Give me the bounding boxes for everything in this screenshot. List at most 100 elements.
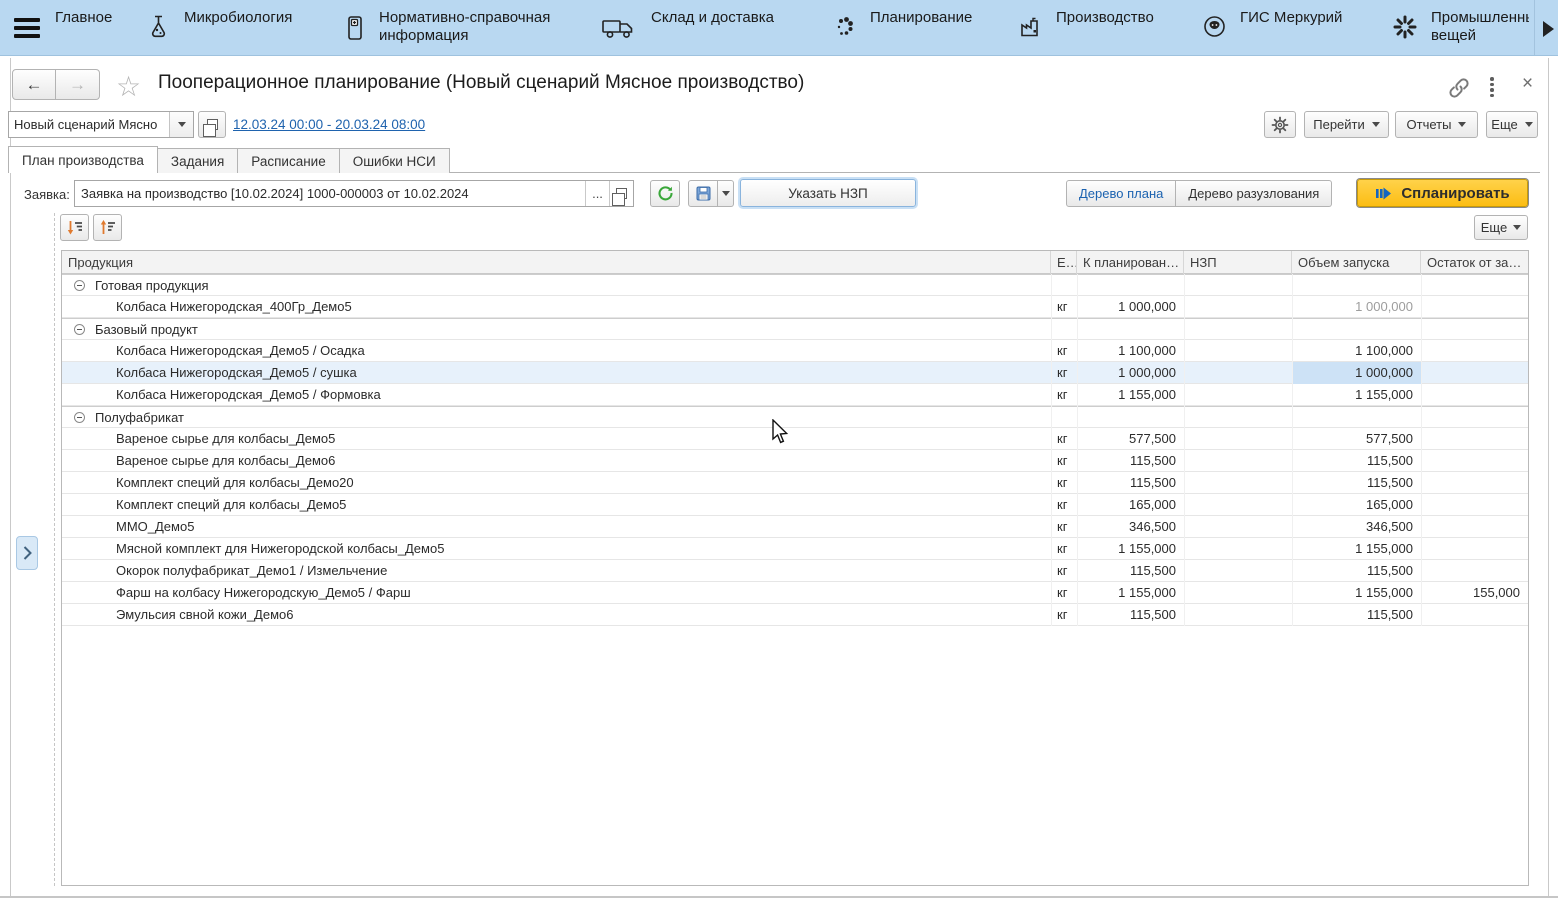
- cell-remainder: [1421, 449, 1526, 472]
- expand-all-button[interactable]: [60, 214, 89, 241]
- explosion-tree-button[interactable]: Дерево разузлования: [1176, 180, 1333, 207]
- scenario-dropdown-button[interactable]: [169, 112, 193, 137]
- plan-tree-button[interactable]: Дерево плана: [1066, 180, 1177, 207]
- main-menu-icon[interactable]: [14, 18, 40, 38]
- col-launch-volume[interactable]: Объем запуска: [1292, 251, 1421, 274]
- nav-item-label: Промышленны вещей: [1431, 9, 1529, 44]
- table-more-button[interactable]: Еще: [1474, 215, 1528, 240]
- nav-overflow-arrow-icon[interactable]: [1543, 21, 1554, 37]
- tab-schedule[interactable]: Расписание: [237, 148, 340, 173]
- scenario-combobox[interactable]: Новый сценарий Мясно: [8, 111, 194, 138]
- copy-icon: [202, 119, 218, 137]
- table-row[interactable]: Колбаса Нижегородская_Демо5 / сушка кг 1 0…: [62, 361, 1528, 384]
- refresh-button[interactable]: [650, 180, 680, 207]
- table-row[interactable]: ММО_Демо5 кг 346,500 346,500: [62, 515, 1528, 538]
- table-row[interactable]: Мясной комплект для Нижегородской колбас…: [62, 537, 1528, 560]
- nav-item-iot[interactable]: Промышленны вещей: [1392, 9, 1529, 46]
- col-to-plan[interactable]: К планирован…: [1077, 251, 1184, 274]
- group-row[interactable]: Базовый продукт: [62, 318, 1528, 340]
- back-button[interactable]: ←: [12, 69, 56, 100]
- nav-item-microbiology[interactable]: Микробиология: [146, 9, 292, 41]
- cell-to_plan: 1 000,000: [1077, 295, 1184, 318]
- expand-all-icon: [67, 221, 82, 235]
- table-row[interactable]: Колбаса Нижегородская_400Гр_Демо5 кг 1 000…: [62, 295, 1528, 318]
- cell-wip: [1184, 493, 1292, 516]
- save-button[interactable]: [688, 180, 718, 207]
- nav-item-production[interactable]: Производство: [1018, 9, 1154, 41]
- more-actions-icon[interactable]: [1490, 77, 1494, 97]
- panel-splitter[interactable]: [54, 213, 55, 886]
- tab-tasks[interactable]: Задания: [156, 148, 239, 173]
- nav-item-main[interactable]: Главное: [55, 9, 112, 27]
- table-row[interactable]: Окорок полуфабрикат_Демо1 / Измельчение к…: [62, 559, 1528, 582]
- request-select-button[interactable]: ...: [585, 181, 609, 206]
- cell-to_plan: 115,500: [1077, 559, 1184, 582]
- period-link[interactable]: 12.03.24 00:00 - 20.03.24 08:00: [233, 117, 425, 132]
- cell-launch: 115,500: [1292, 603, 1421, 626]
- nav-item-planning[interactable]: Планирование: [833, 9, 972, 40]
- side-panel-expander[interactable]: [16, 536, 38, 570]
- table-row[interactable]: Комплект специй для колбасы_Демо20 кг 115,…: [62, 471, 1528, 494]
- gear-icon: [1271, 116, 1289, 133]
- chevron-right-icon: [23, 546, 32, 560]
- truck-icon: [600, 14, 638, 42]
- cell-launch: 115,500: [1292, 471, 1421, 494]
- goto-button[interactable]: Перейти: [1304, 111, 1389, 138]
- settings-button[interactable]: [1264, 111, 1296, 138]
- save-split-button: [688, 180, 734, 207]
- table-row[interactable]: Колбаса Нижегородская_Демо5 / Осадка кг 1 …: [62, 339, 1528, 362]
- table-row[interactable]: Эмульсия свной кожи_Демо6 кг 115,500 115,50…: [62, 603, 1528, 626]
- top-navbar: Главное Микробиология Нормативно-справоч…: [0, 0, 1558, 56]
- col-wip[interactable]: НЗП: [1184, 251, 1292, 274]
- production-plan-table: Продукция Е… К планирован… НЗП Объем зап…: [61, 250, 1529, 886]
- table-row[interactable]: Вареное сырье для колбасы_Демо5 кг 577,500…: [62, 427, 1528, 450]
- ellipsis-label: ...: [592, 186, 603, 201]
- collapse-group-icon[interactable]: [74, 323, 85, 335]
- cell-remainder: [1421, 559, 1526, 582]
- request-open-button[interactable]: [609, 181, 633, 206]
- nav-item-warehouse[interactable]: Склад и доставка: [600, 9, 774, 42]
- col-product[interactable]: Продукция: [62, 251, 1051, 274]
- mercury-icon: [1202, 14, 1227, 40]
- reports-button[interactable]: Отчеты: [1395, 111, 1478, 138]
- cell-to_plan: 1 100,000: [1077, 339, 1184, 362]
- more-button[interactable]: Еще: [1486, 111, 1538, 138]
- history-nav-group: ← →: [12, 69, 100, 100]
- table-row[interactable]: Вареное сырье для колбасы_Демо6 кг 115,500…: [62, 449, 1528, 472]
- close-icon[interactable]: ×: [1522, 73, 1533, 95]
- collapse-all-button[interactable]: [93, 214, 122, 241]
- table-row[interactable]: Фарш на колбасу Нижегородскую_Демо5 / Фа…: [62, 581, 1528, 604]
- cell-to_plan: 115,500: [1077, 603, 1184, 626]
- col-remainder[interactable]: Остаток от за…: [1421, 251, 1526, 274]
- collapse-group-icon[interactable]: [74, 411, 85, 423]
- cell-launch: 1 155,000: [1292, 537, 1421, 560]
- col-unit[interactable]: Е…: [1051, 251, 1077, 274]
- favorite-star-icon[interactable]: ☆: [116, 70, 141, 103]
- save-dropdown-button[interactable]: [718, 180, 734, 207]
- cell-launch: 346,500: [1292, 515, 1421, 538]
- cell-to_plan: 1 155,000: [1077, 537, 1184, 560]
- collapse-group-icon[interactable]: [74, 279, 85, 291]
- group-row[interactable]: Полуфабрикат: [62, 406, 1528, 428]
- request-input[interactable]: Заявка на производство [10.02.2024] 1000…: [74, 180, 634, 207]
- forward-button[interactable]: →: [56, 69, 100, 100]
- nav-item-reference-info[interactable]: Нормативно-справочная информация: [342, 9, 584, 45]
- product-name: Полуфабрикат: [95, 409, 184, 425]
- table-row[interactable]: Комплект специй для колбасы_Демо5 кг 165,0…: [62, 493, 1528, 516]
- tab-nsi-errors[interactable]: Ошибки НСИ: [338, 148, 450, 173]
- scenario-open-button[interactable]: [198, 111, 226, 138]
- plan-button[interactable]: Спланировать: [1357, 179, 1528, 207]
- group-row[interactable]: Готовая продукция: [62, 274, 1528, 296]
- tab-production-plan[interactable]: План производства: [8, 146, 158, 173]
- product-name: Фарш на колбасу Нижегородскую_Демо5 / Фа…: [116, 585, 411, 600]
- nav-item-gis-mercury[interactable]: ГИС Меркурий: [1202, 9, 1342, 40]
- goto-label: Перейти: [1313, 117, 1365, 132]
- link-icon[interactable]: [1447, 76, 1471, 100]
- product-name: Мясной комплект для Нижегородской колбас…: [116, 541, 445, 556]
- cell-wip: [1184, 537, 1292, 560]
- nav-item-label: Главное: [55, 9, 113, 26]
- table-row[interactable]: Колбаса Нижегородская_Демо5 / Формовка кг…: [62, 383, 1528, 406]
- nav-item-label: Планирование: [870, 9, 973, 26]
- specify-wip-button[interactable]: Указать НЗП: [740, 179, 916, 207]
- cell-to_plan: 577,500: [1077, 427, 1184, 450]
